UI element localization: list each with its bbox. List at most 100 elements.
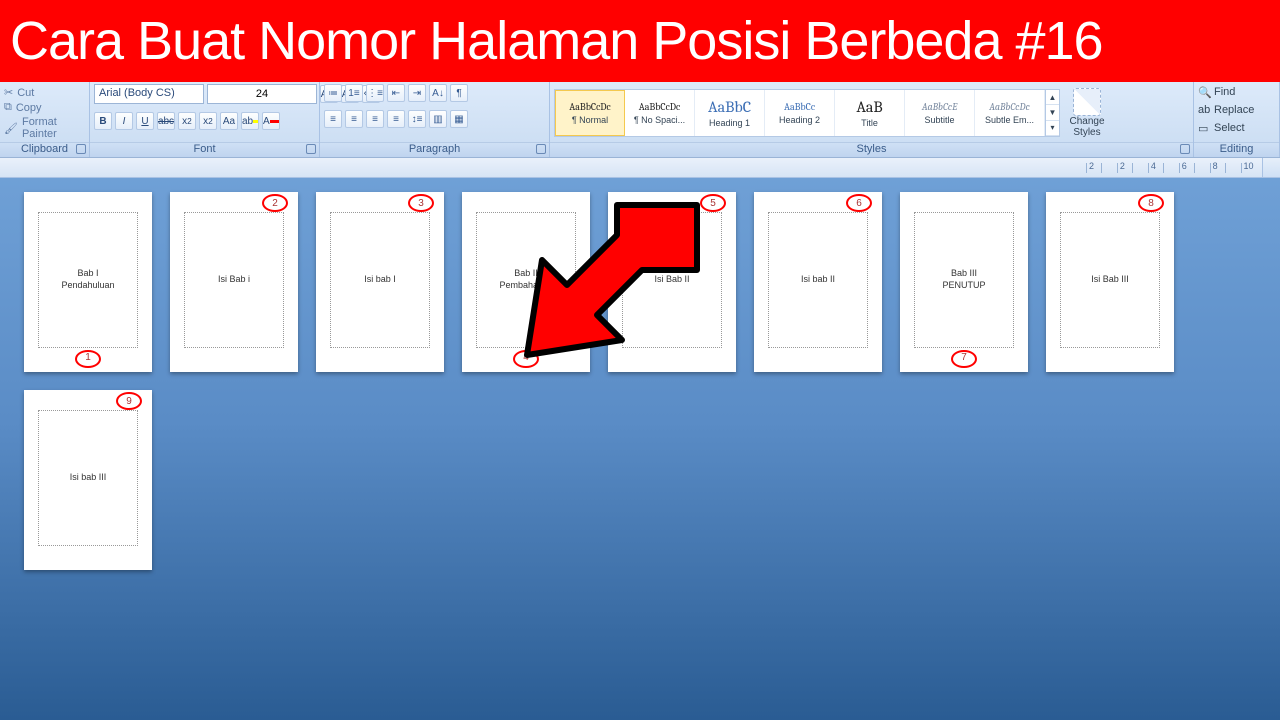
page-thumbnail[interactable]: Isi Bab II 5 — [608, 192, 736, 372]
style-sample: AaBbC — [708, 98, 751, 116]
align-right-button[interactable]: ≡ — [366, 110, 384, 128]
subscript-button[interactable]: x2 — [178, 112, 196, 130]
style-sample: AaBbCcDc — [569, 101, 611, 113]
highlight-color-button[interactable]: ab — [241, 112, 259, 130]
video-title-text: Cara Buat Nomor Halaman Posisi Berbeda #… — [10, 10, 1103, 72]
style-item[interactable]: AaBbCcDc Subtle Em... — [975, 90, 1045, 136]
page-number: 5 — [706, 198, 720, 210]
style-sample: AaBbCc — [784, 101, 815, 113]
page-thumbnail[interactable]: Isi bab III9 — [24, 390, 152, 570]
page-number: 6 — [852, 198, 866, 210]
styles-gallery[interactable]: AaBbCcDc¶ NormalAaBbCcDc¶ No Spaci...AaB… — [554, 89, 1060, 137]
group-clipboard: ✂ Cut ⧉ Copy 🖌 Format Painter Clipboard — [0, 82, 90, 157]
format-painter-button[interactable]: 🖌 Format Painter — [4, 116, 85, 140]
page-content-text: Isi Bab II — [622, 212, 722, 348]
numbering-button[interactable]: 1≡ — [345, 84, 363, 102]
page-number: 9 — [122, 396, 136, 408]
italic-button[interactable]: I — [115, 112, 133, 130]
scrollbar-vertical[interactable] — [1262, 158, 1280, 177]
replace-icon: ab — [1198, 104, 1210, 116]
page-number: 3 — [414, 198, 428, 210]
multilevel-list-button[interactable]: ⋮≡ — [366, 84, 384, 102]
copy-button[interactable]: ⧉ Copy — [4, 101, 85, 114]
line-spacing-button[interactable]: ↕≡ — [408, 110, 426, 128]
ribbon: ✂ Cut ⧉ Copy 🖌 Format Painter Clipboard … — [0, 82, 1280, 158]
group-label-clipboard: Clipboard — [0, 142, 89, 157]
underline-button[interactable]: U — [136, 112, 154, 130]
change-styles-icon — [1073, 88, 1101, 116]
group-paragraph: ≔ 1≡ ⋮≡ ⇤ ⇥ A↓ ¶ ≡ ≡ ≡ ≡ ↕≡ ▥ ▦ Paragrap… — [320, 82, 550, 157]
style-name: Heading 1 — [695, 118, 764, 128]
scissors-icon: ✂ — [4, 86, 13, 99]
change-styles-button[interactable]: Change Styles — [1064, 88, 1110, 138]
cut-label: Cut — [17, 87, 34, 99]
shading-button[interactable]: ▥ — [429, 110, 447, 128]
style-item[interactable]: AaBbCcDc¶ No Spaci... — [625, 90, 695, 136]
align-left-button[interactable]: ≡ — [324, 110, 342, 128]
page-content-text: Bab III PENUTUP — [914, 212, 1014, 348]
page-thumbnail[interactable]: Bab I Pendahuluan1 — [24, 192, 152, 372]
page-content-text: Isi Bab III — [1060, 212, 1160, 348]
page-content-text: Isi Bab i — [184, 212, 284, 348]
replace-button[interactable]: abReplace — [1198, 102, 1254, 118]
styles-gallery-more[interactable]: ▲▼▾ — [1045, 90, 1059, 136]
style-item[interactable]: AaBTitle — [835, 90, 905, 136]
page-number: 8 — [1144, 198, 1158, 210]
style-item[interactable]: AaBbCcE Subtitle — [905, 90, 975, 136]
page-content-text: Isi bab I — [330, 212, 430, 348]
page-thumbnail[interactable]: Bab II Pembahasan 4 — [462, 192, 590, 372]
increase-indent-button[interactable]: ⇥ — [408, 84, 426, 102]
page-number: 2 — [268, 198, 282, 210]
style-name: Subtitle — [905, 115, 974, 125]
borders-button[interactable]: ▦ — [450, 110, 468, 128]
decrease-indent-button[interactable]: ⇤ — [387, 84, 405, 102]
document-workspace[interactable]: Bab I Pendahuluan1 Isi Bab i 2 Isi bab I 3 Ba… — [0, 178, 1280, 720]
style-sample: AaBbCcDc — [989, 101, 1030, 113]
bullets-button[interactable]: ≔ — [324, 84, 342, 102]
style-item[interactable]: AaBbCc Heading 2 — [765, 90, 835, 136]
dialog-launcher-icon[interactable] — [306, 144, 316, 154]
format-painter-label: Format Painter — [22, 116, 85, 140]
find-button[interactable]: 🔍Find — [1198, 84, 1235, 100]
page-thumbnail[interactable]: Isi bab II 6 — [754, 192, 882, 372]
page-thumbnail[interactable]: Isi Bab III 8 — [1046, 192, 1174, 372]
page-thumbnail[interactable]: Isi Bab i 2 — [170, 192, 298, 372]
page-content-text: Bab II Pembahasan — [476, 212, 576, 348]
font-color-button[interactable]: A — [262, 112, 280, 130]
group-font: Arial (Body CS) A▲ A▼ ⌫ B I U abc x2 x2 … — [90, 82, 320, 157]
style-name: Subtle Em... — [975, 115, 1044, 125]
style-sample: AaBbCcE — [922, 101, 957, 113]
dialog-launcher-icon[interactable] — [1180, 144, 1190, 154]
style-name: ¶ Normal — [556, 115, 624, 125]
justify-button[interactable]: ≡ — [387, 110, 405, 128]
bold-button[interactable]: B — [94, 112, 112, 130]
style-item[interactable]: AaBbCcDc ¶ Normal — [555, 90, 625, 136]
page-number: 7 — [957, 352, 971, 364]
strike-button[interactable]: abc — [157, 112, 175, 130]
page-content-text: Isi bab II — [768, 212, 868, 348]
align-center-button[interactable]: ≡ — [345, 110, 363, 128]
group-label-font: Font — [90, 142, 319, 157]
select-button[interactable]: ▭Select — [1198, 120, 1245, 136]
style-item[interactable]: AaBbC Heading 1 — [695, 90, 765, 136]
cut-button[interactable]: ✂ Cut — [4, 86, 85, 99]
sort-button[interactable]: A↓ — [429, 84, 447, 102]
superscript-button[interactable]: x2 — [199, 112, 217, 130]
page-content-text: Bab I Pendahuluan — [38, 212, 138, 348]
group-editing: 🔍Find abReplace ▭Select Editing — [1194, 82, 1280, 157]
style-name: Heading 2 — [765, 115, 834, 125]
page-number: 4 — [519, 352, 533, 364]
dialog-launcher-icon[interactable] — [536, 144, 546, 154]
dialog-launcher-icon[interactable] — [76, 144, 86, 154]
show-marks-button[interactable]: ¶ — [450, 84, 468, 102]
page-thumbnails: Bab I Pendahuluan1 Isi Bab i 2 Isi bab I 3 Ba… — [24, 192, 1256, 570]
font-size-combo[interactable] — [207, 84, 317, 104]
copy-icon: ⧉ — [4, 101, 12, 114]
find-icon: 🔍 — [1198, 86, 1210, 98]
page-thumbnail[interactable]: Bab III PENUTUP 7 — [900, 192, 1028, 372]
font-family-combo[interactable]: Arial (Body CS) — [94, 84, 204, 104]
page-thumbnail[interactable]: Isi bab I 3 — [316, 192, 444, 372]
group-label-styles: Styles — [550, 142, 1193, 157]
vertical-ruler: 2246810 — [1086, 158, 1256, 178]
change-case-button[interactable]: Aa — [220, 112, 238, 130]
